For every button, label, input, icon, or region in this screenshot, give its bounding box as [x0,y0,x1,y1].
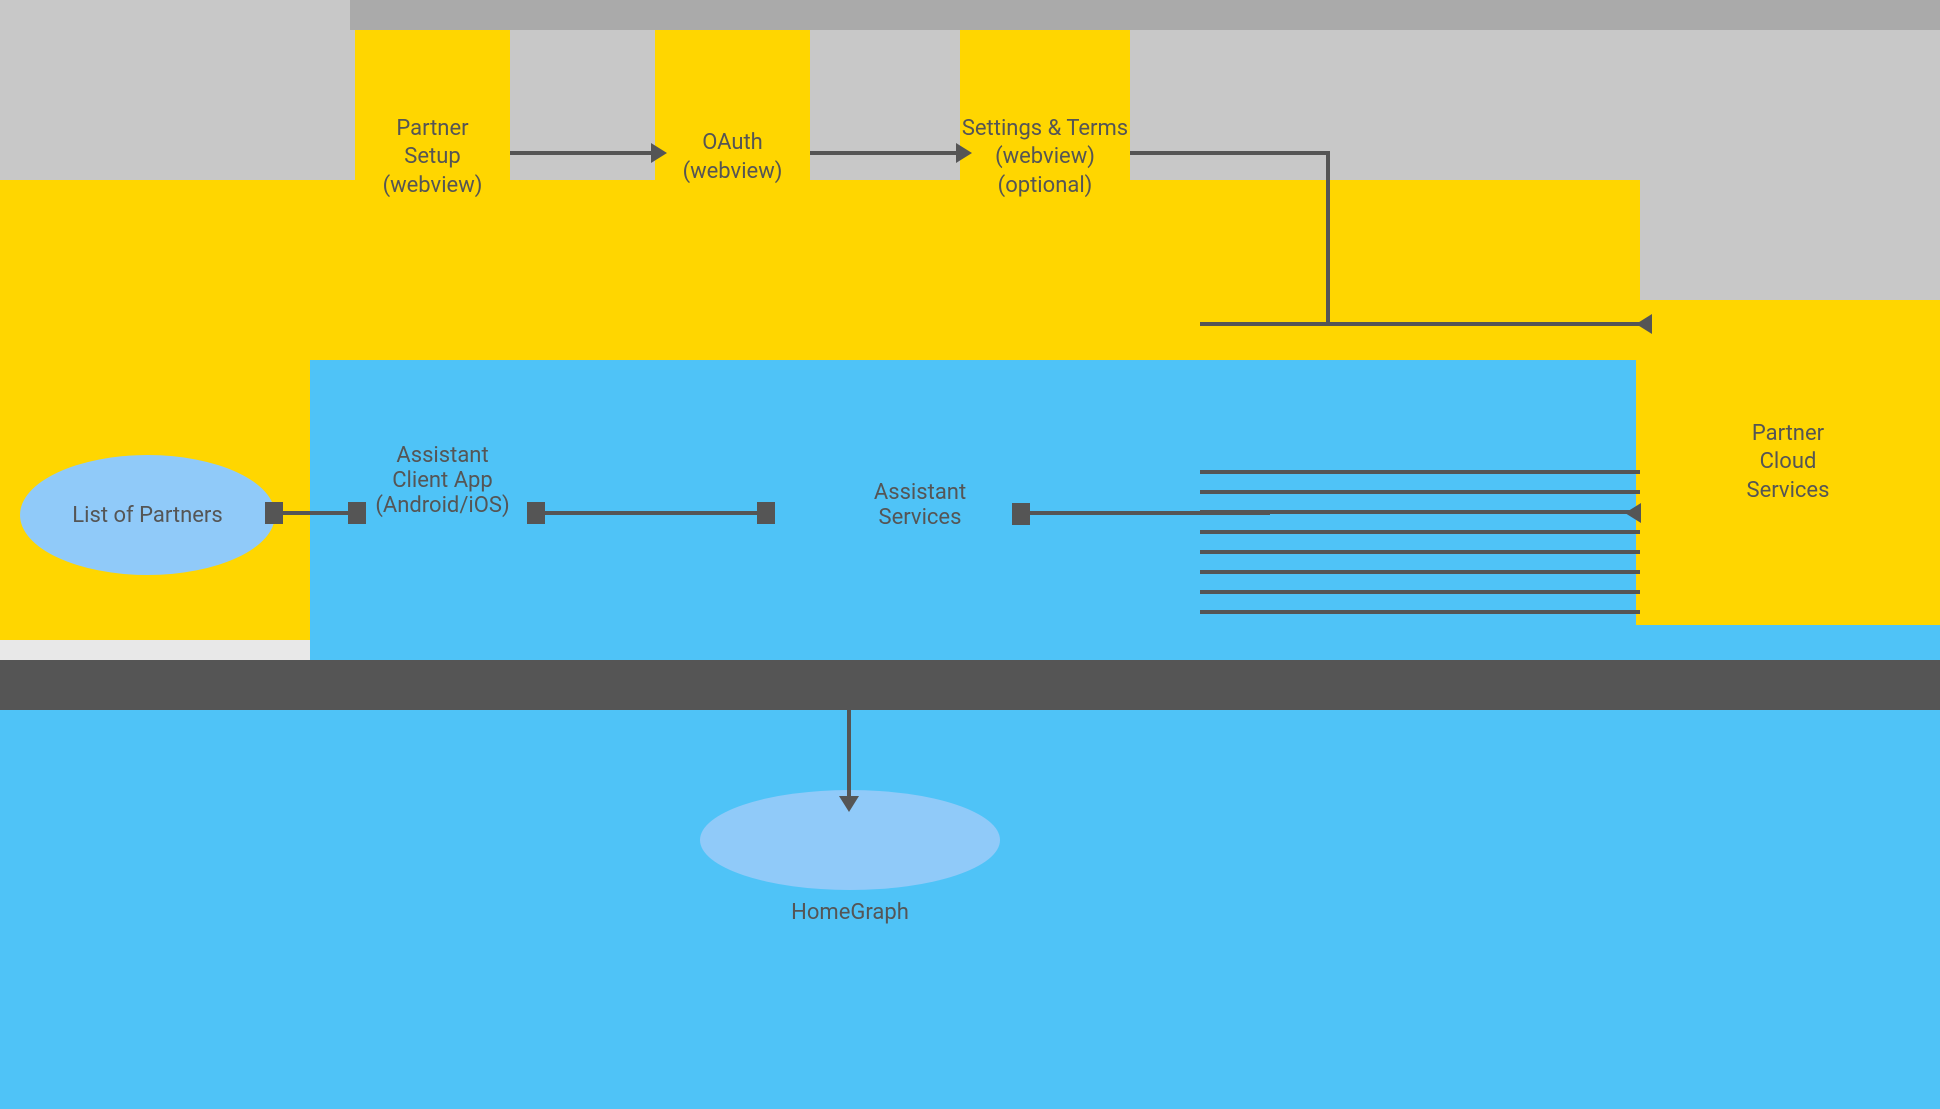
plug-services-left [757,502,775,524]
arrowhead-oauth-settings [956,143,972,163]
list-of-partners-label: List of Partners [72,503,222,528]
arrow-to-cloud-5 [1200,550,1640,554]
arrowhead-setup-oauth [651,143,667,163]
arrow-horiz-to-partner-cloud [1330,322,1640,326]
partner-cloud-services-box: Partner Cloud Services [1636,300,1940,625]
arrowhead-down-homegraph [839,796,859,812]
blue-bottom-bg [0,710,1940,1109]
arrow-to-cloud-6 [1200,570,1640,574]
plug-lop-left [265,502,283,524]
arrow-to-cloud-8 [1200,610,1640,614]
arrow-settings-vertical [1326,151,1330,326]
plug-client-right [527,502,545,524]
settings-terms-box: Settings & Terms (webview) (optional) [960,30,1130,285]
arrow-down-to-homegraph [847,710,851,800]
partner-cloud-services-label: Partner Cloud Services [1747,420,1830,506]
partner-setup-label: Partner Setup (webview) [383,115,483,201]
arrow-to-cloud-7 [1200,590,1640,594]
homegraph-label: HomeGraph [750,900,950,925]
list-of-partners-ellipse: List of Partners [20,455,275,575]
arrow-to-cloud-upper [1200,470,1640,474]
arrow-settings-horiz-bottom [1200,322,1330,326]
settings-terms-label: Settings & Terms (webview) (optional) [960,115,1130,201]
arrowhead-to-partner-cloud [1625,503,1641,523]
arrow-oauth-to-settings [810,151,960,155]
oauth-box: OAuth (webview) [655,30,810,285]
arrow-to-cloud-4 [1200,530,1640,534]
oauth-label: OAuth (webview) [655,129,810,186]
assistant-services-label: AssistantServices [820,480,1020,530]
arrow-lop-to-client [275,511,355,515]
arrow-client-to-services [535,511,765,515]
plug-services-right [1012,503,1030,525]
arrow-setup-to-oauth [510,151,655,155]
top-section-bar [350,0,1940,30]
partner-setup-box: Partner Setup (webview) [355,30,510,285]
assistant-client-app-label: AssistantClient App(Android/iOS) [355,443,530,518]
arrow-to-cloud-3 [1200,510,1640,514]
arrow-settings-right [1130,151,1330,155]
arrow-to-cloud-2 [1200,490,1640,494]
